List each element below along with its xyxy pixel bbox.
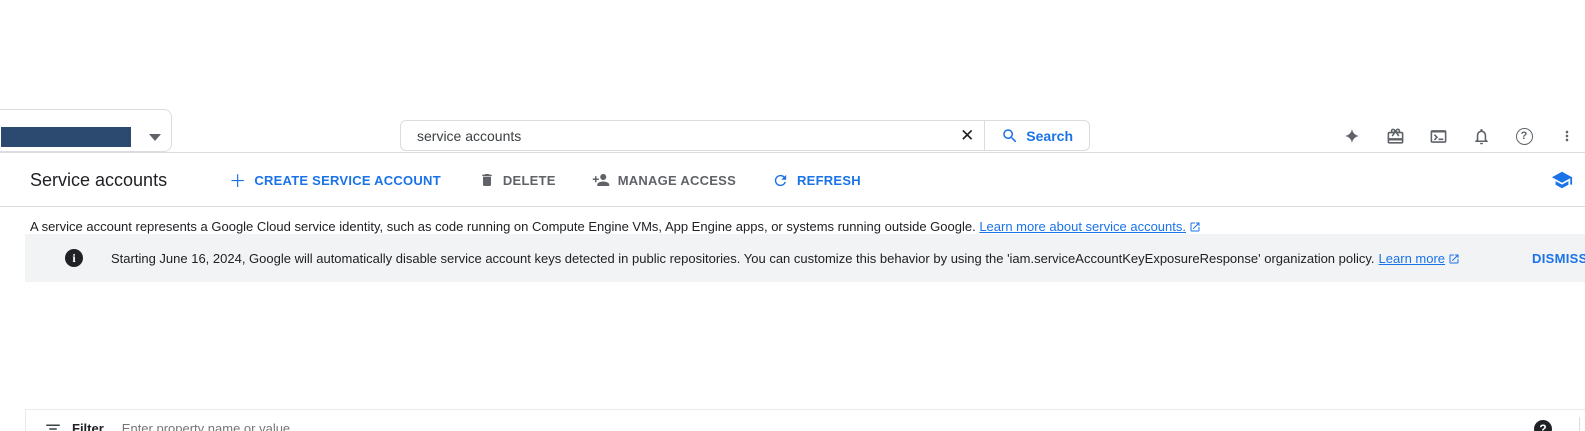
refresh-button[interactable]: REFRESH — [772, 172, 861, 189]
manage-access-label: MANAGE ACCESS — [618, 173, 736, 188]
divider — [1579, 417, 1580, 431]
create-service-account-button[interactable]: ＋ CREATE SERVICE ACCOUNT — [229, 169, 441, 192]
notification-banner: i Starting June 16, 2024, Google will au… — [25, 234, 1585, 282]
page-action-bar: Service accounts ＋ CREATE SERVICE ACCOUN… — [0, 154, 1585, 207]
search-icon — [1001, 127, 1019, 145]
table-filter-bar: Filter ? — [26, 410, 1585, 431]
intro-paragraph: A service account represents a Google Cl… — [30, 219, 1585, 234]
banner-text: Starting June 16, 2024, Google will auto… — [111, 251, 1460, 266]
page-title: Service accounts — [30, 170, 167, 191]
external-link-icon — [1189, 221, 1201, 233]
delete-button[interactable]: DELETE — [479, 172, 556, 188]
learn-more-service-accounts-link[interactable]: Learn more about service accounts. — [979, 219, 1186, 234]
gemini-sparkle-icon[interactable] — [1342, 126, 1362, 146]
topbar-icon-group: ? — [1342, 119, 1577, 153]
external-link-icon — [1448, 253, 1460, 265]
filter-input[interactable] — [122, 421, 1534, 431]
close-icon[interactable]: ✕ — [950, 121, 984, 150]
dismiss-button[interactable]: DISMISS — [1532, 251, 1585, 266]
help-icon[interactable]: ? — [1514, 126, 1534, 146]
filter-help-icon[interactable]: ? — [1534, 420, 1552, 431]
manage-access-button[interactable]: MANAGE ACCESS — [592, 171, 736, 189]
refresh-icon — [772, 172, 789, 189]
education-cap-icon[interactable] — [1551, 169, 1573, 191]
create-service-account-label: CREATE SERVICE ACCOUNT — [254, 173, 441, 188]
filter-icon — [44, 420, 62, 431]
banner-learn-more-link[interactable]: Learn more — [1379, 251, 1445, 266]
person-add-icon — [592, 171, 610, 189]
info-icon: i — [65, 249, 83, 267]
trash-icon — [479, 172, 495, 188]
refresh-label: REFRESH — [797, 173, 861, 188]
service-accounts-table: Filter ? Email Status Name ↑ Description… — [25, 409, 1585, 431]
caret-down-icon — [149, 134, 161, 141]
project-selector[interactable] — [0, 109, 172, 152]
top-app-bar: ✕ Search ? — [0, 119, 1585, 153]
global-search: ✕ Search — [400, 120, 1090, 151]
filter-label: Filter — [72, 421, 104, 431]
notifications-bell-icon[interactable] — [1471, 126, 1491, 146]
cloud-shell-icon[interactable] — [1428, 126, 1448, 146]
search-button[interactable]: Search — [984, 121, 1089, 150]
search-input[interactable] — [401, 128, 950, 144]
more-vertical-icon[interactable] — [1557, 126, 1577, 146]
plus-icon: ＋ — [229, 167, 246, 192]
search-button-label: Search — [1026, 128, 1073, 144]
gift-icon[interactable] — [1385, 126, 1405, 146]
delete-label: DELETE — [503, 173, 556, 188]
project-name-redacted — [1, 127, 131, 147]
